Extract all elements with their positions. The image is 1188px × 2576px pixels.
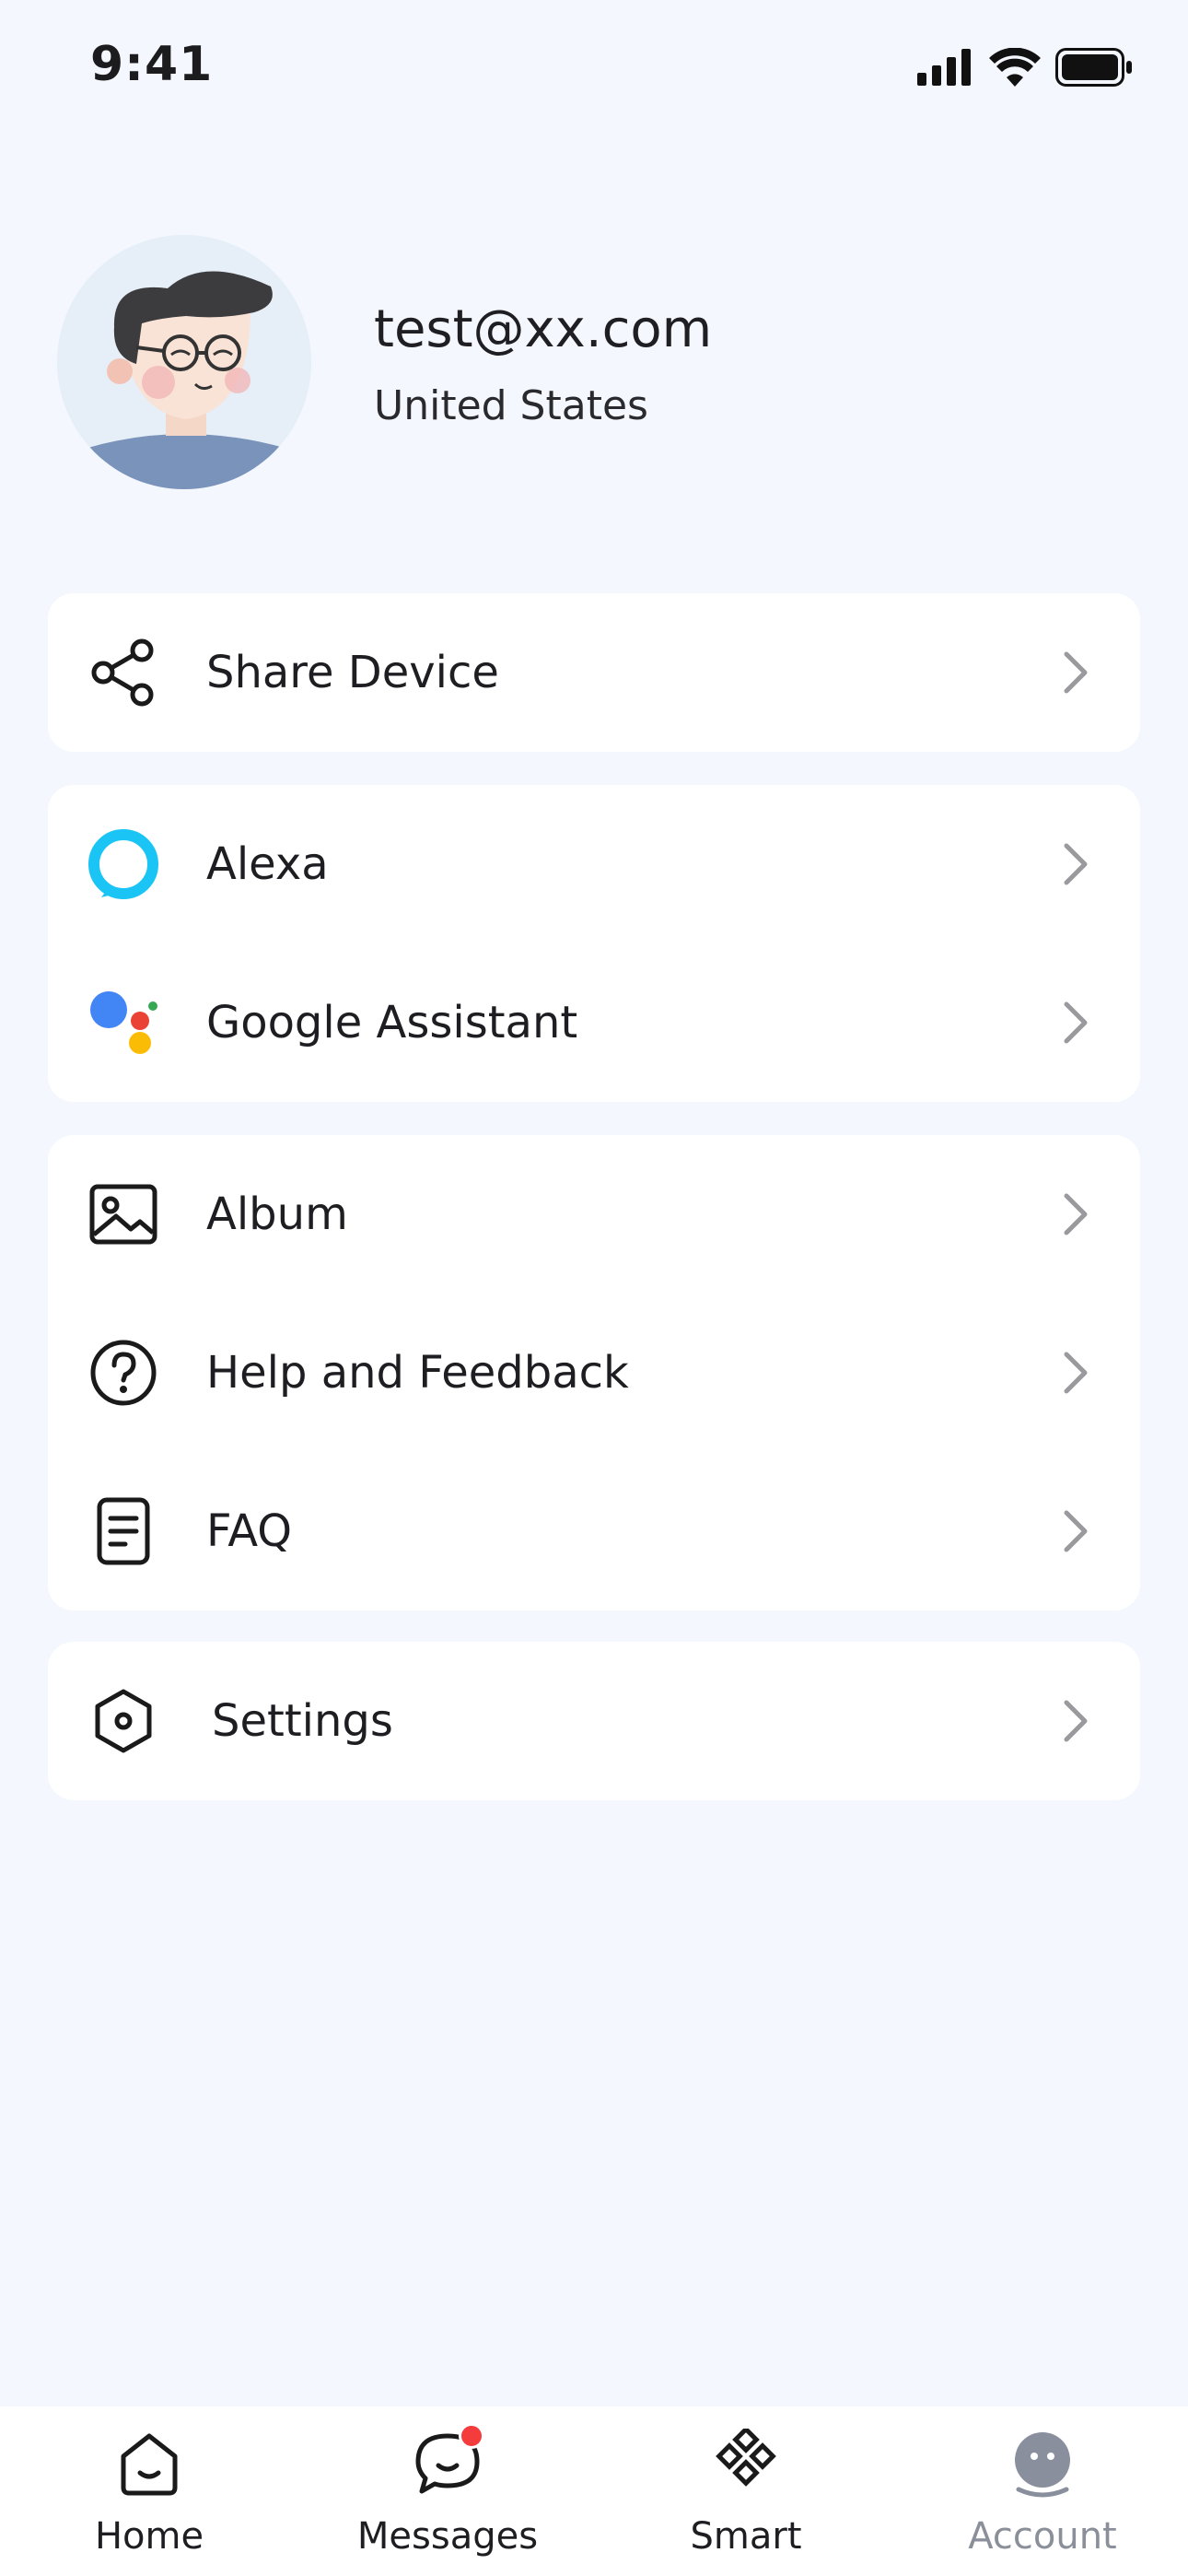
profile-email: test@xx.com [374, 299, 713, 359]
support-card: Album Help and Feedback FAQ [48, 1135, 1140, 1610]
chevron-right-icon [1057, 1504, 1094, 1559]
profile-country: United States [374, 382, 648, 429]
settings-card: Settings [48, 1642, 1140, 1800]
settings-icon [88, 1686, 158, 1756]
alexa-icon [88, 829, 158, 899]
faq-row[interactable]: FAQ [48, 1452, 1140, 1610]
tab-smart[interactable]: Smart [635, 2425, 856, 2572]
status-bar: 9:41 [0, 0, 1188, 138]
google-assistant-row[interactable]: Google Assistant [48, 943, 1140, 1102]
messages-icon [409, 2423, 486, 2502]
settings-row[interactable]: Settings [48, 1642, 1140, 1800]
smart-icon [707, 2425, 785, 2502]
user-avatar-illustration-icon [57, 235, 311, 489]
chevron-right-icon [1057, 1693, 1094, 1749]
faq-icon [88, 1496, 158, 1566]
help-feedback-row[interactable]: Help and Feedback [48, 1294, 1140, 1452]
tab-smart-label: Smart [690, 2515, 802, 2558]
album-icon [88, 1179, 158, 1249]
google-assistant-icon [88, 988, 158, 1058]
tab-account[interactable]: Account [932, 2425, 1153, 2572]
share-card: Share Device [48, 593, 1140, 752]
chevron-right-icon [1057, 1345, 1094, 1400]
chevron-right-icon [1057, 1187, 1094, 1242]
album-label: Album [206, 1188, 348, 1240]
profile-header[interactable]: test@xx.com United States [57, 235, 1135, 493]
share-device-row[interactable]: Share Device [48, 593, 1140, 752]
tab-home-label: Home [94, 2515, 204, 2558]
wifi-icon [989, 48, 1041, 87]
cellular-signal-icon [917, 49, 971, 86]
status-time: 9:41 [90, 37, 214, 92]
settings-label: Settings [212, 1695, 393, 1747]
assistants-card: Alexa Google Assistant [48, 785, 1140, 1102]
tab-account-label: Account [968, 2515, 1117, 2558]
home-icon [111, 2425, 188, 2502]
google-assistant-label: Google Assistant [206, 997, 578, 1048]
tab-home[interactable]: Home [39, 2425, 260, 2572]
tab-bar: Home Messages Smart Account [0, 2406, 1188, 2576]
share-device-label: Share Device [206, 647, 499, 698]
alexa-label: Alexa [206, 838, 329, 890]
faq-label: FAQ [206, 1505, 292, 1557]
chevron-right-icon [1057, 995, 1094, 1050]
share-icon [88, 638, 158, 708]
account-icon [1004, 2425, 1081, 2502]
chevron-right-icon [1057, 837, 1094, 892]
avatar[interactable] [57, 235, 311, 489]
tab-messages[interactable]: Messages [337, 2423, 558, 2572]
status-icons [917, 48, 1133, 87]
help-icon [88, 1338, 158, 1408]
chevron-right-icon [1057, 645, 1094, 700]
alexa-row[interactable]: Alexa [48, 785, 1140, 943]
tab-messages-label: Messages [356, 2515, 539, 2558]
album-row[interactable]: Album [48, 1135, 1140, 1294]
battery-icon [1055, 48, 1132, 87]
messages-badge [459, 2423, 484, 2449]
help-feedback-label: Help and Feedback [206, 1347, 629, 1399]
